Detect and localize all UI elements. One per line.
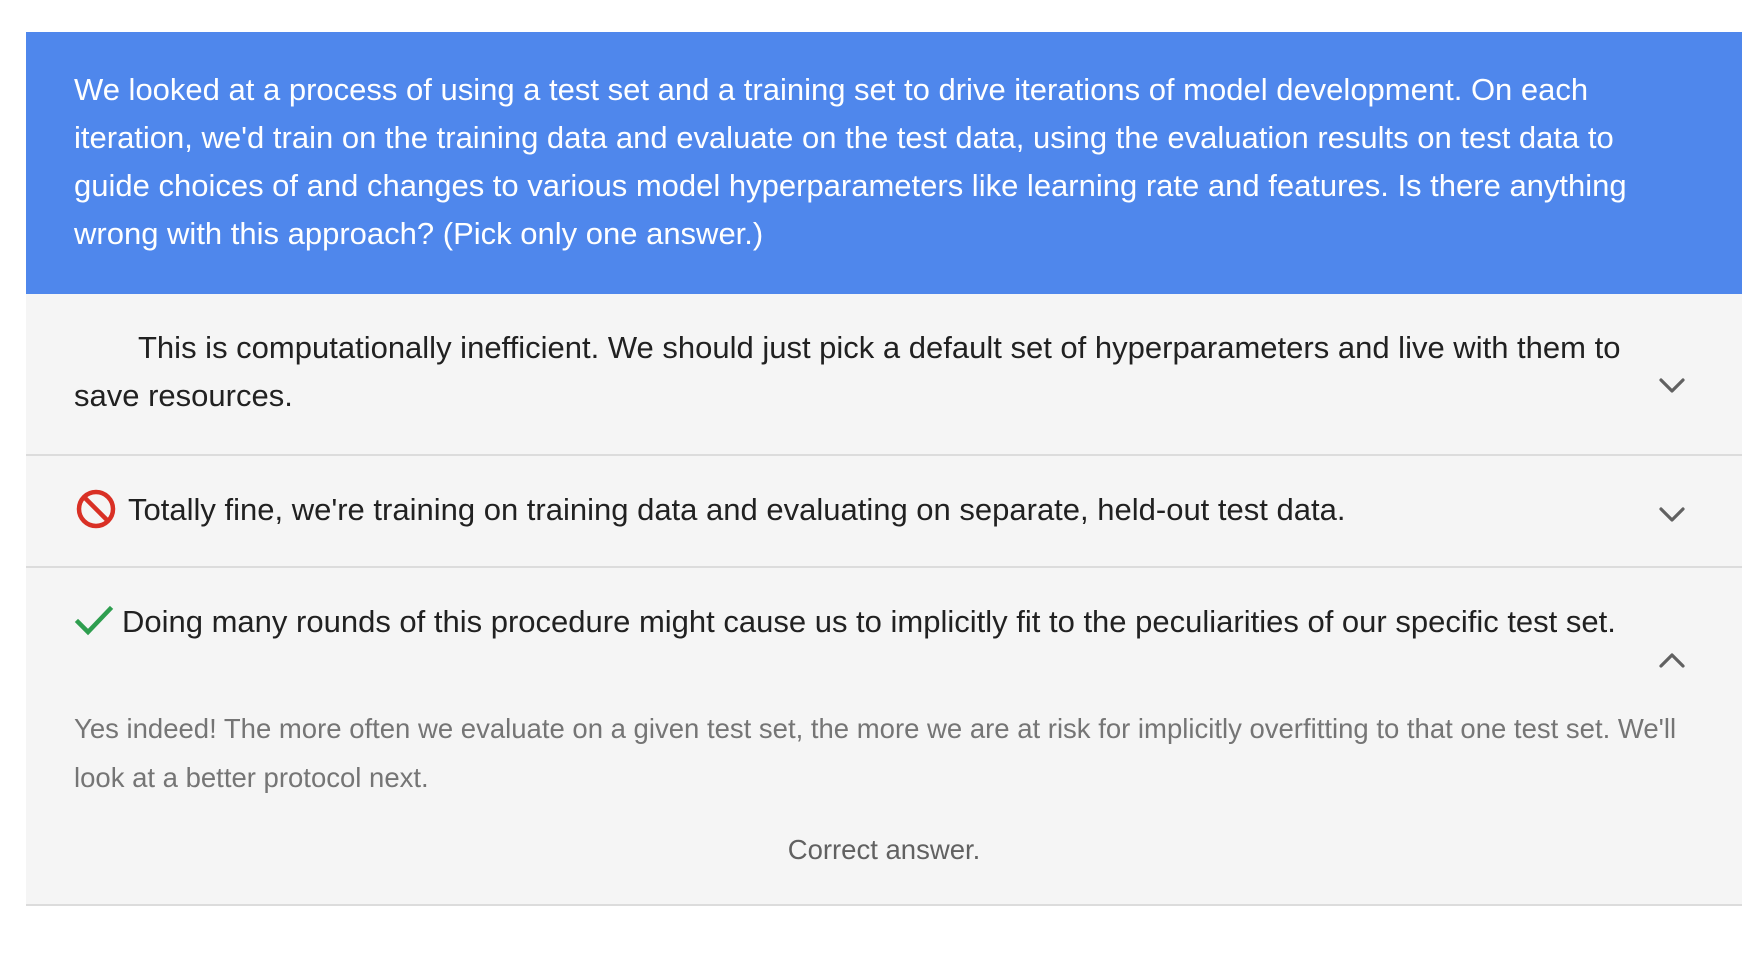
- checkmark-icon: [74, 605, 114, 636]
- answer-option-3-text: Doing many rounds of this procedure migh…: [122, 604, 1616, 639]
- chevron-up-icon[interactable]: [1658, 651, 1686, 669]
- answer-option-1[interactable]: This is computationally inefficient. We …: [26, 294, 1742, 456]
- quiz-card: We looked at a process of using a test s…: [26, 32, 1742, 906]
- chevron-down-icon[interactable]: [1658, 506, 1686, 524]
- question-text: We looked at a process of using a test s…: [26, 32, 1742, 294]
- prohibited-icon: [76, 489, 116, 529]
- answer-option-2-header[interactable]: Totally fine, we're training on training…: [26, 456, 1742, 566]
- answer-option-1-header[interactable]: This is computationally inefficient. We …: [26, 294, 1742, 454]
- chevron-down-icon[interactable]: [1658, 377, 1686, 395]
- answer-explanation: Yes indeed! The more often we evaluate o…: [74, 713, 1677, 793]
- answer-option-1-text: This is computationally inefficient. We …: [74, 330, 1621, 413]
- answer-option-3-header[interactable]: Doing many rounds of this procedure migh…: [26, 568, 1742, 680]
- answer-option-2-text: Totally fine, we're training on training…: [128, 492, 1346, 527]
- answer-option-3[interactable]: Doing many rounds of this procedure migh…: [26, 568, 1742, 906]
- answer-verdict: Correct answer.: [787, 834, 981, 865]
- answer-option-2[interactable]: Totally fine, we're training on training…: [26, 456, 1742, 568]
